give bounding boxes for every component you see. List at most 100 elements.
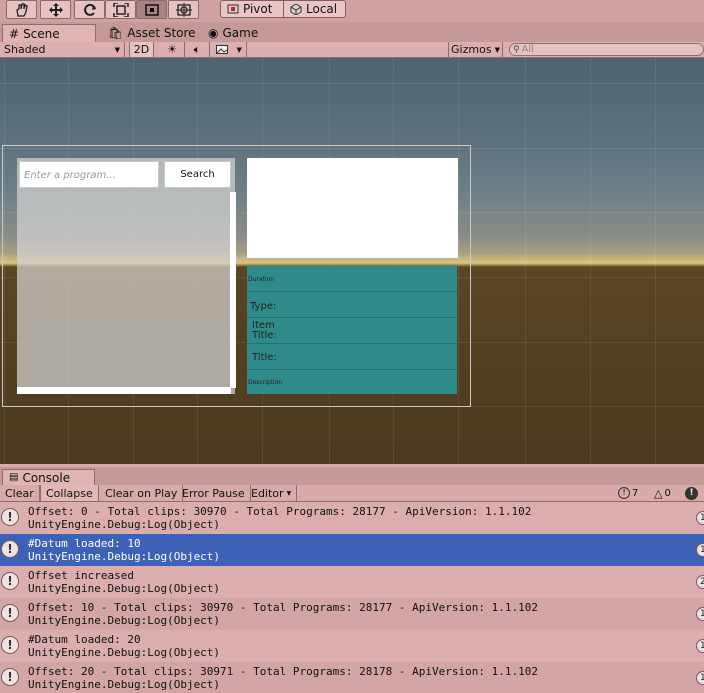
dropdown-arrow-icon: ▼ xyxy=(236,45,242,54)
pivot-toggle[interactable]: Pivot xyxy=(220,0,284,18)
tab-scene-label: Scene xyxy=(23,26,60,41)
program-list-panel[interactable] xyxy=(17,158,235,394)
warning-count: 0 xyxy=(664,487,671,499)
console-icon: ▤ xyxy=(9,472,19,483)
log-count-badge: 1 xyxy=(696,543,704,557)
program-info-panel: Duration Type: Item Title: Title: Descri… xyxy=(247,266,457,394)
error-pause-button[interactable]: Error Pause xyxy=(177,485,251,501)
scale-tool-button[interactable] xyxy=(105,0,136,19)
log-count-badge: 1 xyxy=(696,511,704,525)
clear-on-play-button[interactable]: Clear on Play xyxy=(100,485,184,501)
shading-mode-dropdown[interactable]: Shaded ▼ xyxy=(0,42,125,57)
pivot-icon xyxy=(227,4,239,14)
grid-icon: # xyxy=(9,26,20,41)
info-message-icon: ! xyxy=(1,668,19,686)
collapse-button-label: Collapse xyxy=(46,486,93,500)
log-message: Offset increased xyxy=(28,569,134,582)
gizmos-dropdown[interactable]: Gizmos ▼ xyxy=(448,42,503,57)
tab-scene[interactable]: # Scene xyxy=(2,24,96,42)
editor-dropdown[interactable]: Editor ▼ xyxy=(246,485,298,501)
log-message: Offset: 0 - Total clips: 30970 - Total P… xyxy=(28,505,532,518)
log-entry[interactable]: ! Offset: 20 - Total clips: 30971 - Tota… xyxy=(0,662,704,693)
game-controller-icon: ◉ xyxy=(208,26,219,40)
transform-tool-button[interactable] xyxy=(168,0,199,19)
info-message-icon: ! xyxy=(1,540,19,558)
mode-2d-label: 2D xyxy=(133,43,150,56)
info-label-title: Title: xyxy=(252,352,277,363)
log-entry[interactable]: ! Offset: 0 - Total clips: 30970 - Total… xyxy=(0,502,704,534)
collapse-button[interactable]: Collapse xyxy=(40,485,99,501)
info-count-toggle[interactable]: ! 7 xyxy=(618,486,638,500)
info-row-type: Type: xyxy=(247,292,457,318)
log-stacktrace: UnityEngine.Debug:Log(Object) xyxy=(28,678,221,691)
mode-2d-toggle[interactable]: 2D xyxy=(129,42,154,57)
log-entry[interactable]: ! #Datum loaded: 20 UnityEngine.Debug:Lo… xyxy=(0,630,704,662)
log-message: #Datum loaded: 20 xyxy=(28,633,141,646)
tab-asset-store-label: Asset Store xyxy=(127,26,196,40)
tab-console-label: Console xyxy=(22,470,71,485)
info-row-item-title: Item Title: xyxy=(247,318,457,344)
error-pause-label: Error Pause xyxy=(182,486,245,500)
log-message: Offset: 20 - Total clips: 30971 - Total … xyxy=(28,665,538,678)
info-label-duration: Duration xyxy=(248,276,275,283)
info-label-description: Description xyxy=(248,379,283,386)
dropdown-arrow-icon: ▼ xyxy=(114,45,120,54)
search-icon: ⚲ xyxy=(513,44,520,55)
console-toolbar: Clear Collapse Clear on Play Error Pause… xyxy=(0,485,704,502)
program-search-button[interactable]: Search xyxy=(164,161,231,188)
tab-game[interactable]: ◉ Game xyxy=(202,24,264,42)
scene-view[interactable]: Enter a program... Search Duration Type:… xyxy=(0,58,704,464)
list-scrollbar[interactable] xyxy=(230,192,236,388)
scene-search-field[interactable]: ⚲ All xyxy=(509,43,704,56)
scene-search-placeholder: All xyxy=(521,44,534,55)
video-preview-panel xyxy=(247,158,458,258)
warning-count-toggle[interactable]: △ 0 xyxy=(654,486,671,500)
info-icon: ! xyxy=(618,487,630,499)
info-message-icon: ! xyxy=(1,604,19,622)
pivot-label: Pivot xyxy=(243,2,273,16)
log-count-badge: 2 xyxy=(696,575,704,589)
scale-tool-icon xyxy=(112,2,129,17)
info-message-icon: ! xyxy=(1,636,19,654)
dropdown-arrow-icon: ▼ xyxy=(494,45,500,54)
info-message-icon: ! xyxy=(1,508,19,526)
log-stacktrace: UnityEngine.Debug:Log(Object) xyxy=(28,550,221,563)
rotate-tool-icon xyxy=(83,3,96,16)
tab-console[interactable]: ▤ Console xyxy=(2,469,95,485)
gizmos-label: Gizmos xyxy=(451,43,492,56)
editor-label: Editor xyxy=(251,486,284,500)
audio-toggle[interactable]: 🔈︎ xyxy=(185,42,210,57)
hand-tool-button[interactable] xyxy=(6,0,37,19)
info-row-duration: Duration xyxy=(247,266,457,292)
info-label-item-title: Item Title: xyxy=(252,320,277,341)
local-toggle[interactable]: Local xyxy=(283,0,346,18)
program-search-input[interactable]: Enter a program... xyxy=(19,161,159,188)
info-row-description: Description xyxy=(247,370,457,394)
log-entry[interactable]: ! Offset: 10 - Total clips: 30970 - Tota… xyxy=(0,598,704,630)
move-tool-button[interactable] xyxy=(40,0,71,19)
rect-tool-button[interactable] xyxy=(136,0,167,19)
log-stacktrace: UnityEngine.Debug:Log(Object) xyxy=(28,518,221,531)
local-label: Local xyxy=(306,2,338,16)
list-horizontal-scrollbar[interactable] xyxy=(17,387,231,394)
console-tab-bar: ▤ Console xyxy=(0,467,704,485)
log-message: Offset: 10 - Total clips: 30970 - Total … xyxy=(28,601,538,614)
lighting-toggle[interactable]: ☀ xyxy=(160,42,185,57)
tab-asset-store[interactable]: 🛍︎ Asset Store xyxy=(102,24,202,42)
window-tab-bar: # Scene 🛍︎ Asset Store ◉ Game xyxy=(0,22,704,42)
hand-tool-icon xyxy=(15,2,28,17)
clear-button[interactable]: Clear xyxy=(0,485,40,501)
info-row-title: Title: xyxy=(247,344,457,370)
speaker-icon: 🔈︎ xyxy=(193,42,201,56)
tab-game-label: Game xyxy=(222,26,259,40)
log-stacktrace: UnityEngine.Debug:Log(Object) xyxy=(28,582,221,595)
rotate-tool-button[interactable] xyxy=(74,0,105,19)
warning-icon: △ xyxy=(654,486,663,500)
effects-dropdown[interactable]: ▼ xyxy=(212,42,247,57)
log-entry[interactable]: ! Offset increased UnityEngine.Debug:Log… xyxy=(0,566,704,598)
log-entry[interactable]: ! #Datum loaded: 10 UnityEngine.Debug:Lo… xyxy=(0,534,704,566)
log-count-badge: 1 xyxy=(696,671,704,685)
info-label-type: Type: xyxy=(250,301,277,312)
error-icon: ! xyxy=(685,486,698,500)
error-count-toggle[interactable]: ! xyxy=(685,486,698,500)
